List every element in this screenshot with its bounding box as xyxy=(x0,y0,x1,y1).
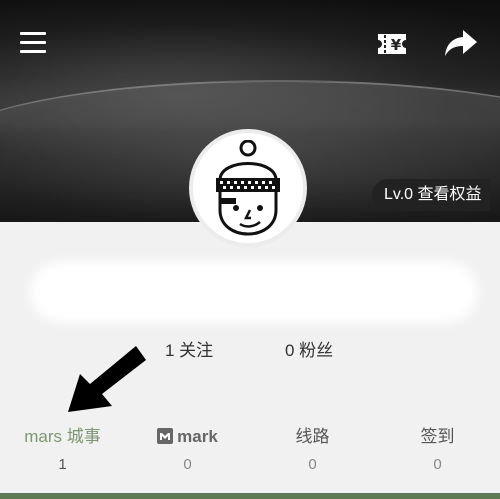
tab-label: 签到 xyxy=(420,427,455,446)
tab-mars-city[interactable]: mars 城事 1 xyxy=(0,424,125,473)
tab-count: 0 xyxy=(433,456,442,473)
tab-checkin[interactable]: 签到 0 xyxy=(375,424,500,473)
username-blurred xyxy=(30,262,478,322)
profile-tabs: mars 城事 1 mark 0 线路 0 签到 0 xyxy=(0,424,500,484)
svg-text:¥: ¥ xyxy=(391,36,402,54)
tab-label: mars 城事 xyxy=(24,427,101,446)
yen-ticket-icon[interactable]: ¥ xyxy=(376,30,408,58)
avatar[interactable] xyxy=(193,133,303,243)
hamburger-menu-icon[interactable] xyxy=(20,32,46,54)
annotation-arrow-icon xyxy=(68,346,146,412)
tab-label: mark xyxy=(177,427,218,446)
tab-count: 0 xyxy=(183,456,192,473)
share-arrow-icon[interactable] xyxy=(443,26,479,60)
cartoon-boy-with-beanie-avatar xyxy=(216,140,280,236)
tab-routes[interactable]: 线路 0 xyxy=(250,424,375,473)
following-count[interactable]: 1 关注 xyxy=(165,336,213,361)
tab-count: 1 xyxy=(58,456,67,473)
level-benefits-badge[interactable]: Lv.0 查看权益 xyxy=(372,179,490,211)
tab-count: 0 xyxy=(308,456,317,473)
tab-label: 线路 xyxy=(295,427,330,446)
mark-logo-icon xyxy=(157,428,174,444)
active-tab-indicator-bar xyxy=(0,493,500,499)
tab-mark[interactable]: mark 0 xyxy=(125,424,250,473)
followers-count[interactable]: 0 粉丝 xyxy=(285,336,333,361)
